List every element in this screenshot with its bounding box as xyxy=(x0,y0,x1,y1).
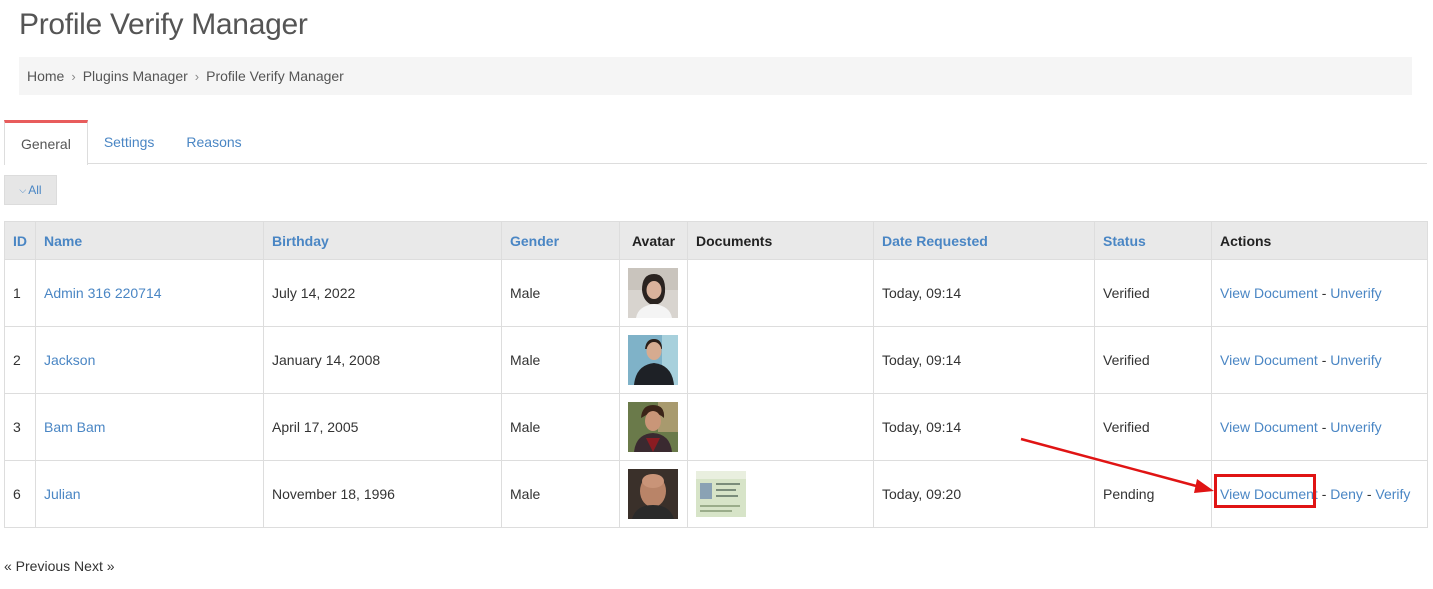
unverify-link[interactable]: Unverify xyxy=(1330,352,1381,368)
status-text: Pending xyxy=(1094,460,1212,528)
cell-id: 3 xyxy=(4,393,36,461)
cell-actions: View Document - Unverify xyxy=(1211,326,1428,394)
tab-settings[interactable]: Settings xyxy=(88,120,171,164)
col-documents: Documents xyxy=(687,221,874,260)
cell-avatar xyxy=(619,393,688,461)
page-title: Profile Verify Manager xyxy=(19,8,308,41)
breadcrumb-current: Profile Verify Manager xyxy=(206,68,344,84)
cell-id: 2 xyxy=(4,326,36,394)
table-row: 1 Admin 316 220714 July 14, 2022 Male To… xyxy=(4,259,1428,327)
breadcrumb-plugins-manager[interactable]: Plugins Manager xyxy=(83,68,188,84)
cell-gender: Male xyxy=(501,259,620,327)
tab-general[interactable]: General xyxy=(4,120,88,165)
cell-documents xyxy=(687,460,874,528)
next-page-link[interactable]: Next » xyxy=(74,558,114,574)
status-text: Verified xyxy=(1094,259,1212,327)
col-name[interactable]: Name xyxy=(35,221,264,260)
cell-birthday: November 18, 1996 xyxy=(263,460,502,528)
chevron-right-icon: › xyxy=(71,68,76,84)
cell-documents xyxy=(687,393,874,461)
table-row: 2 Jackson January 14, 2008 Male Today, 0… xyxy=(4,326,1428,394)
view-document-link[interactable]: View Document xyxy=(1220,419,1318,435)
unverify-link[interactable]: Unverify xyxy=(1330,285,1381,301)
cell-actions: View Document - Unverify xyxy=(1211,259,1428,327)
status-text: Verified xyxy=(1094,326,1212,394)
cell-birthday: April 17, 2005 xyxy=(263,393,502,461)
col-id[interactable]: ID xyxy=(4,221,36,260)
cell-gender: Male xyxy=(501,393,620,461)
cell-date: Today, 09:20 xyxy=(873,460,1095,528)
col-date-requested[interactable]: Date Requested xyxy=(873,221,1095,260)
action-separator: - xyxy=(1321,285,1327,301)
cell-avatar xyxy=(619,259,688,327)
chevron-right-icon: › xyxy=(194,68,200,84)
col-avatar: Avatar xyxy=(619,221,688,260)
cell-avatar xyxy=(619,326,688,394)
cell-birthday: July 14, 2022 xyxy=(263,259,502,327)
cell-gender: Male xyxy=(501,460,620,528)
table-row: 3 Bam Bam April 17, 2005 Male Today, 09:… xyxy=(4,393,1428,461)
user-name-link[interactable]: Admin 316 220714 xyxy=(35,259,264,327)
cell-actions: View Document - Unverify xyxy=(1211,393,1428,461)
cell-id: 6 xyxy=(4,460,36,528)
cell-birthday: January 14, 2008 xyxy=(263,326,502,394)
unverify-link[interactable]: Unverify xyxy=(1330,419,1381,435)
avatar[interactable] xyxy=(628,402,678,452)
breadcrumb-home[interactable]: Home xyxy=(27,68,64,84)
cell-gender: Male xyxy=(501,326,620,394)
user-name-link[interactable]: Jackson xyxy=(35,326,264,394)
status-text: Verified xyxy=(1094,393,1212,461)
verify-link[interactable]: Verify xyxy=(1375,486,1410,502)
filter-label: All xyxy=(28,183,42,197)
col-gender[interactable]: Gender xyxy=(501,221,620,260)
col-birthday[interactable]: Birthday xyxy=(263,221,502,260)
cell-avatar xyxy=(619,460,688,528)
verify-table: ID Name Birthday Gender Avatar Documents… xyxy=(4,221,1428,528)
cell-id: 1 xyxy=(4,259,36,327)
table-row: 6 Julian November 18, 1996 Male Today, 0… xyxy=(4,460,1428,528)
view-document-link[interactable]: View Document xyxy=(1220,285,1318,301)
breadcrumb: Home › Plugins Manager › Profile Verify … xyxy=(19,57,1412,95)
action-separator: - xyxy=(1321,486,1327,502)
action-separator: - xyxy=(1366,486,1372,502)
user-name-link[interactable]: Bam Bam xyxy=(35,393,264,461)
tab-bar: General Settings Reasons xyxy=(4,120,1427,165)
pagination: « Previous Next » xyxy=(4,558,115,574)
cell-date: Today, 09:14 xyxy=(873,326,1095,394)
previous-page-link[interactable]: « Previous xyxy=(4,558,70,574)
col-actions: Actions xyxy=(1211,221,1428,260)
deny-link[interactable]: Deny xyxy=(1330,486,1363,502)
avatar[interactable] xyxy=(628,469,678,519)
chevron-down-icon: ⌵ xyxy=(19,184,27,195)
cell-actions: View Document - Deny - Verify xyxy=(1211,460,1428,528)
table-header: ID Name Birthday Gender Avatar Documents… xyxy=(4,221,1428,260)
cell-date: Today, 09:14 xyxy=(873,393,1095,461)
cell-documents xyxy=(687,326,874,394)
avatar[interactable] xyxy=(628,335,678,385)
filter-all-button[interactable]: ⌵ All xyxy=(4,175,57,205)
tab-reasons[interactable]: Reasons xyxy=(170,120,257,164)
view-document-link[interactable]: View Document xyxy=(1220,486,1318,502)
col-status[interactable]: Status xyxy=(1094,221,1212,260)
view-document-link[interactable]: View Document xyxy=(1220,352,1318,368)
cell-documents xyxy=(687,259,874,327)
action-separator: - xyxy=(1321,419,1327,435)
user-name-link[interactable]: Julian xyxy=(35,460,264,528)
id-document-thumbnail[interactable] xyxy=(696,469,746,519)
avatar[interactable] xyxy=(628,268,678,318)
cell-date: Today, 09:14 xyxy=(873,259,1095,327)
action-separator: - xyxy=(1321,352,1327,368)
